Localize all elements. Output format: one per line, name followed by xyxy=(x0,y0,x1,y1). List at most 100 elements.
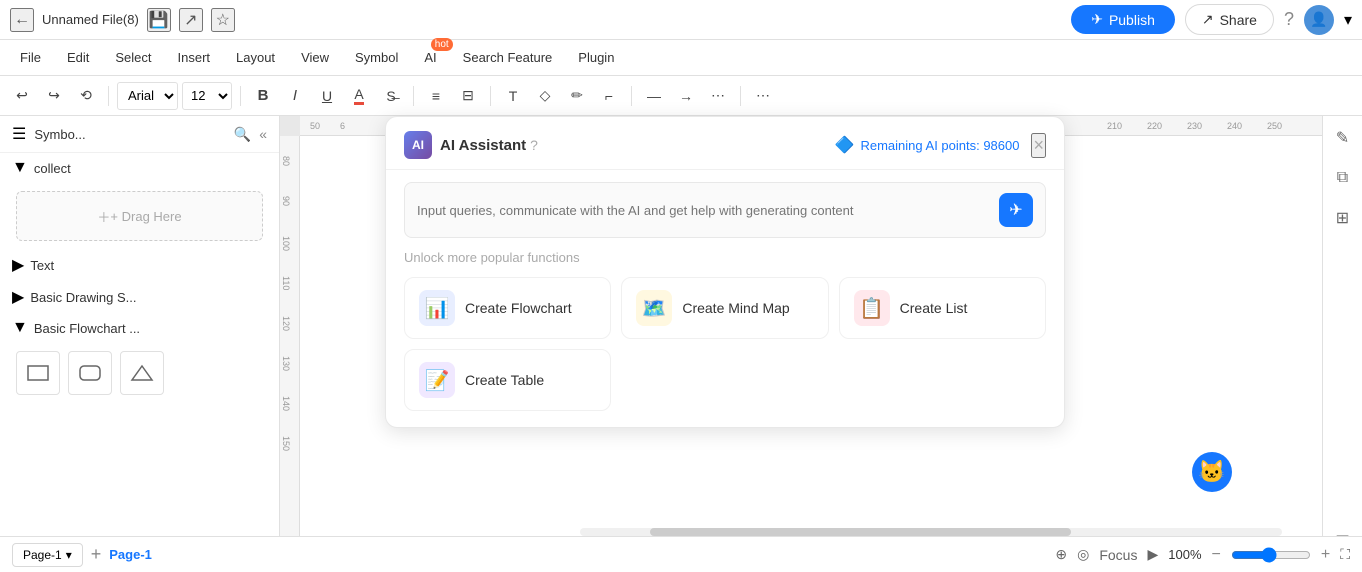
menu-insert[interactable]: Insert xyxy=(166,46,223,69)
create-mind-map-button[interactable]: 🗺️ Create Mind Map xyxy=(621,277,828,339)
ai-functions-label: Unlock more popular functions xyxy=(404,250,1046,265)
layers-icon[interactable]: ⊕ xyxy=(1055,546,1067,563)
avatar-icon: 👤 xyxy=(1310,11,1327,28)
font-family-select[interactable]: Arial xyxy=(117,82,178,110)
ai-send-icon: ✈ xyxy=(1009,200,1022,220)
font-color-button[interactable]: A xyxy=(345,82,373,110)
strike-button[interactable]: S̶ xyxy=(377,82,405,110)
ai-panel: AI AI Assistant ? 🔷 Remaining AI points:… xyxy=(385,116,1065,428)
redo-button[interactable]: ↪ xyxy=(40,82,68,110)
sidebar-collapse-icon[interactable]: « xyxy=(259,126,267,142)
menu-plugin[interactable]: Plugin xyxy=(566,46,626,69)
fill-button[interactable]: ◇ xyxy=(531,82,559,110)
menu-layout[interactable]: Layout xyxy=(224,46,287,69)
zoom-slider[interactable] xyxy=(1231,547,1311,563)
share-file-button[interactable]: ↗ xyxy=(179,8,203,32)
fullscreen-button[interactable]: ⛶ xyxy=(1340,546,1350,563)
create-table-button[interactable]: 📝 Create Table xyxy=(404,349,611,411)
create-list-button[interactable]: 📋 Create List xyxy=(839,277,1046,339)
create-flowchart-button[interactable]: 📊 Create Flowchart xyxy=(404,277,611,339)
italic-button[interactable]: I xyxy=(281,82,309,110)
shape-rect[interactable] xyxy=(16,351,60,395)
ai-help-icon[interactable]: ? xyxy=(530,137,538,153)
shape-triangle[interactable] xyxy=(120,351,164,395)
ai-query-input[interactable] xyxy=(417,203,999,218)
menu-view[interactable]: View xyxy=(289,46,341,69)
focus-label[interactable]: Focus xyxy=(1099,547,1137,563)
zoom-out-button[interactable]: − xyxy=(1212,546,1221,564)
align-center-button[interactable]: ≡ xyxy=(422,82,450,110)
avatar[interactable]: 👤 xyxy=(1304,5,1334,35)
shape-round-rect[interactable] xyxy=(68,351,112,395)
align-dist-button[interactable]: ⊟ xyxy=(454,82,482,110)
focus-play-icon[interactable]: ▶ xyxy=(1147,546,1158,563)
ai-points-label: Remaining AI points: 98600 xyxy=(860,138,1019,153)
menu-search-feature[interactable]: Search Feature xyxy=(451,46,565,69)
back-button[interactable]: ← xyxy=(10,8,34,32)
scrollbar-thumb[interactable] xyxy=(650,528,1071,536)
basic-drawing-triangle: ▶ xyxy=(12,287,24,307)
publish-button[interactable]: ✈ Publish xyxy=(1071,5,1175,34)
line-thickness-button[interactable]: — xyxy=(640,82,668,110)
add-page-button[interactable]: + xyxy=(91,544,102,565)
menu-file[interactable]: File xyxy=(8,46,53,69)
menu-ai[interactable]: AI hot xyxy=(412,46,448,69)
star-button[interactable]: ☆ xyxy=(211,8,235,32)
help-button[interactable]: ? xyxy=(1284,9,1294,30)
list-icon: 📋 xyxy=(854,290,890,326)
menu-edit[interactable]: Edit xyxy=(55,46,101,69)
ai-points[interactable]: 🔷 Remaining AI points: 98600 xyxy=(835,135,1020,155)
sidebar-search-icon[interactable]: 🔍 xyxy=(234,126,251,143)
cat-icon: 🐱 xyxy=(1198,459,1225,485)
sidebar-item-basic-drawing[interactable]: ▶ Basic Drawing S... xyxy=(0,281,279,313)
line-style-button[interactable]: ⌐ xyxy=(595,82,623,110)
font-size-select[interactable]: 12 xyxy=(182,82,232,110)
bottom-right: ⊕ ◎ Focus ▶ 100% − + ⛶ xyxy=(1055,546,1350,564)
cat-avatar[interactable]: 🐱 xyxy=(1192,452,1232,492)
save-button[interactable]: 💾 xyxy=(147,8,171,32)
arrow-button[interactable]: → xyxy=(672,82,700,110)
textbox-button[interactable]: T xyxy=(499,82,527,110)
pen-button[interactable]: ✏ xyxy=(563,82,591,110)
zoom-level: 100% xyxy=(1168,547,1201,562)
history-button[interactable]: ⟲ xyxy=(72,82,100,110)
underline-button[interactable]: U xyxy=(313,82,341,110)
publish-label: Publish xyxy=(1109,12,1155,28)
collect-triangle: ▼ xyxy=(12,159,28,177)
menu-symbol[interactable]: Symbol xyxy=(343,46,410,69)
horizontal-scrollbar[interactable] xyxy=(580,528,1282,536)
ai-close-button[interactable]: × xyxy=(1031,133,1046,158)
page-tab-dropdown[interactable]: ▾ xyxy=(66,548,72,562)
zoom-in-button[interactable]: + xyxy=(1321,546,1330,564)
drag-here-zone[interactable]: ＋ + Drag Here xyxy=(16,191,263,241)
share-button[interactable]: ↗ Share xyxy=(1185,4,1274,35)
ai-panel-header: AI AI Assistant ? 🔷 Remaining AI points:… xyxy=(386,117,1064,170)
ai-send-button[interactable]: ✈ xyxy=(999,193,1033,227)
focus-icon[interactable]: ◎ xyxy=(1077,546,1089,563)
avatar-dropdown[interactable]: ▾ xyxy=(1344,10,1352,30)
sidebar-shapes xyxy=(0,343,279,403)
publish-icon: ✈ xyxy=(1091,11,1103,28)
flowchart-label: Basic Flowchart ... xyxy=(34,321,140,336)
right-grid-icon[interactable]: ⊞ xyxy=(1329,204,1357,232)
right-layers-icon[interactable]: ⧉ xyxy=(1329,164,1357,192)
bottom-bar: Page-1 ▾ + Page-1 ⊕ ◎ Focus ▶ 100% − + ⛶ xyxy=(0,536,1362,572)
sidebar-section-flowchart[interactable]: ▼ Basic Flowchart ... xyxy=(0,313,279,343)
ai-panel-title: AI Assistant xyxy=(440,137,526,154)
sidebar-item-text[interactable]: ▶ Text xyxy=(0,249,279,281)
more-button[interactable]: ⋯ xyxy=(749,82,777,110)
undo-button[interactable]: ↩ xyxy=(8,82,36,110)
toolbar-divider-5 xyxy=(631,86,632,106)
sidebar-section-collect[interactable]: ▼ collect xyxy=(0,153,279,183)
right-edit-icon[interactable]: ✎ xyxy=(1329,124,1357,152)
menu-select[interactable]: Select xyxy=(103,46,163,69)
flowchart-icon: 📊 xyxy=(419,290,455,326)
share-label: Share xyxy=(1220,12,1257,28)
share-icon: ↗ xyxy=(1202,11,1214,28)
list-label: Create List xyxy=(900,300,968,316)
page-tab-inactive[interactable]: Page-1 ▾ xyxy=(12,543,83,567)
table-icon: 📝 xyxy=(419,362,455,398)
bold-button[interactable]: B xyxy=(249,82,277,110)
dash-button[interactable]: ⋯ xyxy=(704,82,732,110)
sidebar: ☰ Symbo... 🔍 « ▼ collect ＋ + Drag Here ▶… xyxy=(0,116,280,572)
